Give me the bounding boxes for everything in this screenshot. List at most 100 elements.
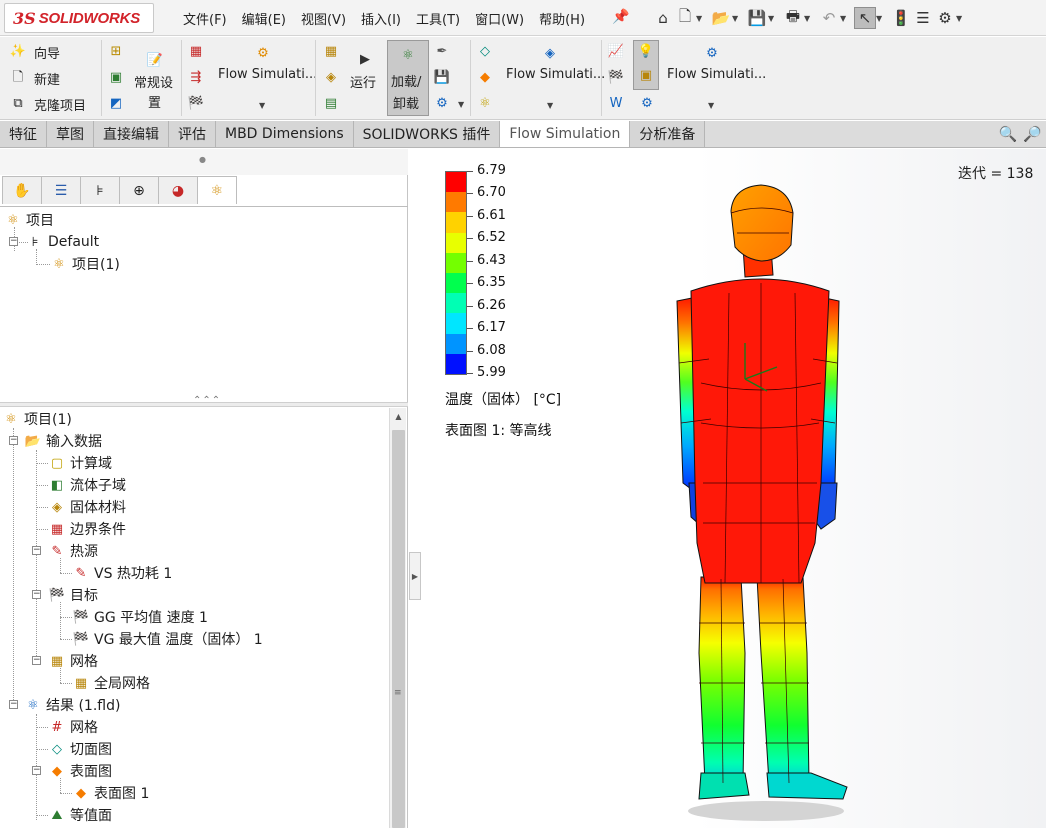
tree-gg-goal[interactable]: 🏁 GG 平均值 速度 1 <box>72 606 208 628</box>
save-icon[interactable]: 💾 <box>746 7 768 29</box>
menu-edit[interactable]: 编辑(E) <box>242 9 286 28</box>
options-list-icon[interactable]: ☰ <box>912 7 934 29</box>
tab-sketch[interactable]: 草图 <box>47 121 94 147</box>
chevron-down-icon[interactable]: ▼ <box>876 14 884 23</box>
tree-results-mesh[interactable]: # 网格 <box>48 716 98 738</box>
flow-simulation-tab[interactable]: ⚛ <box>197 176 237 204</box>
graphics-area[interactable]: 迭代 = 138 6.79 6.70 6.61 6.52 6.43 6.35 6.26 6.1… <box>409 149 1046 828</box>
clone-project-icon[interactable]: ⧉ <box>10 95 26 111</box>
scroll-up-arrow-icon[interactable]: ▲ <box>390 408 407 424</box>
tree-scrollbar[interactable]: ▲ ≡ <box>389 408 406 828</box>
general-settings-button-line1[interactable]: 常规设 <box>134 72 173 91</box>
load-unload-button[interactable]: ⚛ 加载/ 卸载 <box>387 40 429 116</box>
tree-heat-sources[interactable]: ✎ 热源 <box>48 540 98 562</box>
add-settings-icon[interactable]: ⊞ <box>108 43 124 59</box>
collapse-toggle[interactable]: − <box>32 656 41 665</box>
display-manager-tab[interactable]: ◕ <box>158 176 198 204</box>
goal-plot-icon[interactable]: 🏁 <box>608 69 624 85</box>
results-options-icon[interactable]: ⚙ <box>434 95 450 111</box>
tab-features[interactable]: 特征 <box>0 121 47 147</box>
chevron-down-icon[interactable]: ▼ <box>956 14 964 23</box>
menu-help[interactable]: 帮助(H) <box>539 9 585 28</box>
tab-direct-editing[interactable]: 直接编辑 <box>94 121 169 147</box>
collapse-toggle[interactable]: − <box>9 700 18 709</box>
chevron-down-icon[interactable]: ▼ <box>259 101 265 110</box>
goal-icon[interactable]: ⇶ <box>188 69 204 85</box>
tree-boundary-conditions[interactable]: ▦ 边界条件 <box>48 518 126 540</box>
general-settings-icon[interactable]: 📝 <box>147 52 163 68</box>
run-icon[interactable]: ▶ <box>357 51 373 67</box>
lighting-toggle-button[interactable]: 💡 ▣ <box>633 40 659 90</box>
check-settings-icon[interactable]: ◩ <box>108 95 124 111</box>
flow-simulation-tools-button[interactable]: Flow Simulati... <box>667 67 766 82</box>
general-settings-button-line2[interactable]: 置 <box>148 92 161 111</box>
panel-grip[interactable]: ● <box>0 149 408 175</box>
tree-isosurfaces[interactable]: ⛰ 等值面 <box>48 804 112 826</box>
tab-evaluate[interactable]: 评估 <box>169 121 216 147</box>
tree-solid-material[interactable]: ◈ 固体材料 <box>48 496 126 518</box>
dimxpert-manager-tab[interactable]: ⊕ <box>119 176 159 204</box>
tree-fluid-subdomain[interactable]: ◧ 流体子域 <box>48 474 126 496</box>
collapse-toggle[interactable]: − <box>32 590 41 599</box>
chevron-down-icon[interactable]: ▼ <box>732 14 740 23</box>
run-button[interactable]: 运行 <box>350 72 376 91</box>
tree-root-project-1[interactable]: ⚛ 项目(1) <box>2 408 72 430</box>
tree-surface-plot-1[interactable]: ◆ 表面图 1 <box>72 782 149 804</box>
probe-icon[interactable]: ✒ <box>434 43 450 59</box>
flow-simulation-feature-icon[interactable]: ⚙ <box>255 45 271 61</box>
scroll-thumb[interactable]: ≡ <box>392 430 405 828</box>
pin-icon[interactable]: 📌 <box>612 9 629 25</box>
component-control-icon[interactable]: ⚙ <box>639 95 655 111</box>
edit-settings-icon[interactable]: ▣ <box>108 69 124 85</box>
select-pointer-icon[interactable]: ↖ <box>854 7 876 29</box>
tree-surface-plots[interactable]: ◆ 表面图 <box>48 760 112 782</box>
xy-plot-icon[interactable]: 📈 <box>608 43 624 59</box>
search-icon[interactable]: 🔍 <box>999 125 1018 143</box>
tab-solidworks-addins[interactable]: SOLIDWORKS 插件 <box>353 121 501 147</box>
boundary-condition-icon[interactable]: ▦ <box>188 43 204 59</box>
solidworks-logo[interactable]: 3S SOLIDWORKS <box>4 3 154 33</box>
results-summary-icon[interactable]: ⚛ <box>477 95 493 111</box>
tree-computational-domain[interactable]: ▢ 计算域 <box>48 452 112 474</box>
clone-project-button[interactable]: 克隆项目 <box>34 95 86 114</box>
tree-goals[interactable]: 🏁 目标 <box>48 584 98 606</box>
panel-collapse-handle[interactable]: ▶ <box>409 552 421 600</box>
tab-analysis-preparation[interactable]: 分析准备 <box>630 121 706 147</box>
menu-tools[interactable]: 工具(T) <box>416 9 460 28</box>
chevron-down-icon[interactable]: ▼ <box>458 100 464 109</box>
chevron-down-icon[interactable]: ▼ <box>696 14 704 23</box>
tree-mesh[interactable]: ▦ 网格 <box>48 650 98 672</box>
collapse-toggle[interactable]: − <box>9 436 18 445</box>
pane-splitter[interactable]: ⌃⌃⌃ <box>0 395 408 407</box>
flow-simulation-features-button[interactable]: Flow Simulati... <box>218 67 317 82</box>
tree-global-mesh[interactable]: ▦ 全局网格 <box>72 672 150 694</box>
undo-icon[interactable]: ↶ <box>818 7 840 29</box>
surface-plot-icon[interactable]: ◆ <box>477 69 493 85</box>
menu-window[interactable]: 窗口(W) <box>475 9 524 28</box>
surface-goal-icon[interactable]: 🏁 <box>188 95 204 111</box>
mesh-icon[interactable]: ▦ <box>323 43 339 59</box>
save-results-icon[interactable]: 💾 <box>434 69 450 85</box>
tab-flow-simulation[interactable]: Flow Simulation <box>500 121 631 147</box>
chevron-down-icon[interactable]: ▼ <box>804 14 812 23</box>
collapse-toggle[interactable]: − <box>9 237 18 246</box>
manikin-surface-plot[interactable] <box>661 183 871 823</box>
tools-icon[interactable]: ⚙ <box>704 45 720 61</box>
tree-project-1[interactable]: ⚛ 项目(1) <box>50 253 120 275</box>
menu-insert[interactable]: 插入(I) <box>361 9 401 28</box>
tab-mbd-dimensions[interactable]: MBD Dimensions <box>216 121 354 147</box>
tree-vg-goal[interactable]: 🏁 VG 最大值 温度（固体） 1 <box>72 628 263 650</box>
traffic-light-icon[interactable]: 🚦 <box>890 7 912 29</box>
configuration-manager-tab[interactable]: ⊧ <box>80 176 120 204</box>
show-mesh-icon[interactable]: ▤ <box>323 95 339 111</box>
chevron-down-icon[interactable]: ▼ <box>840 14 848 23</box>
search-commands-icon[interactable]: 🔎 <box>1023 125 1042 143</box>
cut-plot-icon[interactable]: ◇ <box>477 43 493 59</box>
plot-icon[interactable]: ◈ <box>542 45 558 61</box>
collapse-toggle[interactable]: − <box>32 546 41 555</box>
menu-file[interactable]: 文件(F) <box>183 9 227 28</box>
chevron-down-icon[interactable]: ▼ <box>708 101 714 110</box>
wizard-icon[interactable]: ✨ <box>10 43 26 59</box>
menu-view[interactable]: 视图(V) <box>301 9 346 28</box>
solid-material-icon[interactable]: ◈ <box>323 69 339 85</box>
